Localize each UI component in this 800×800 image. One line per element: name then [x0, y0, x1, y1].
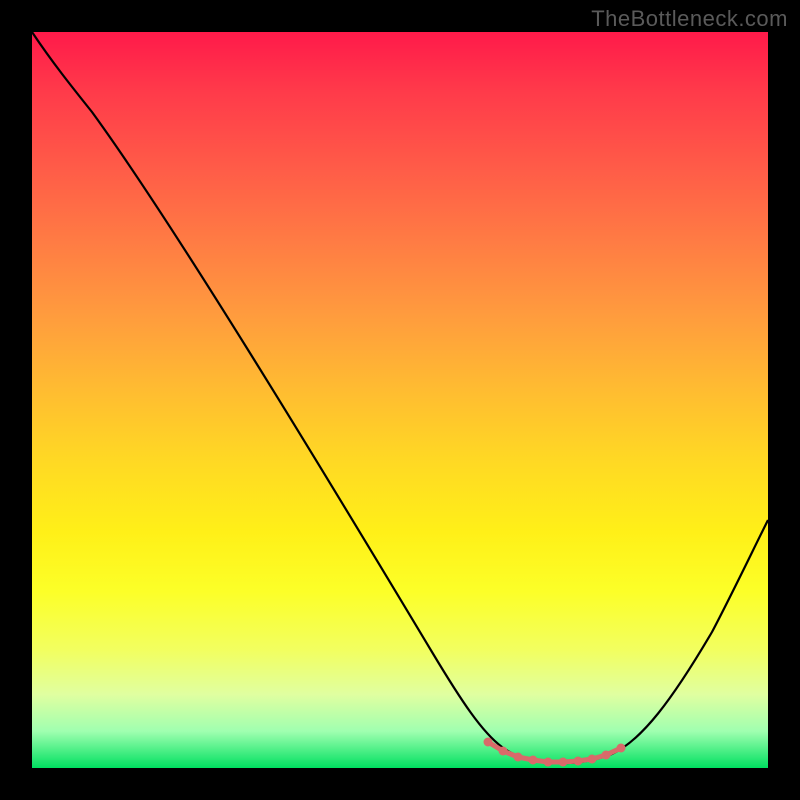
plot-area	[32, 32, 768, 768]
chart-svg	[32, 32, 768, 768]
marker-dots-group	[484, 738, 625, 766]
watermark-text: TheBottleneck.com	[591, 6, 788, 32]
bottleneck-curve-line	[32, 32, 768, 763]
